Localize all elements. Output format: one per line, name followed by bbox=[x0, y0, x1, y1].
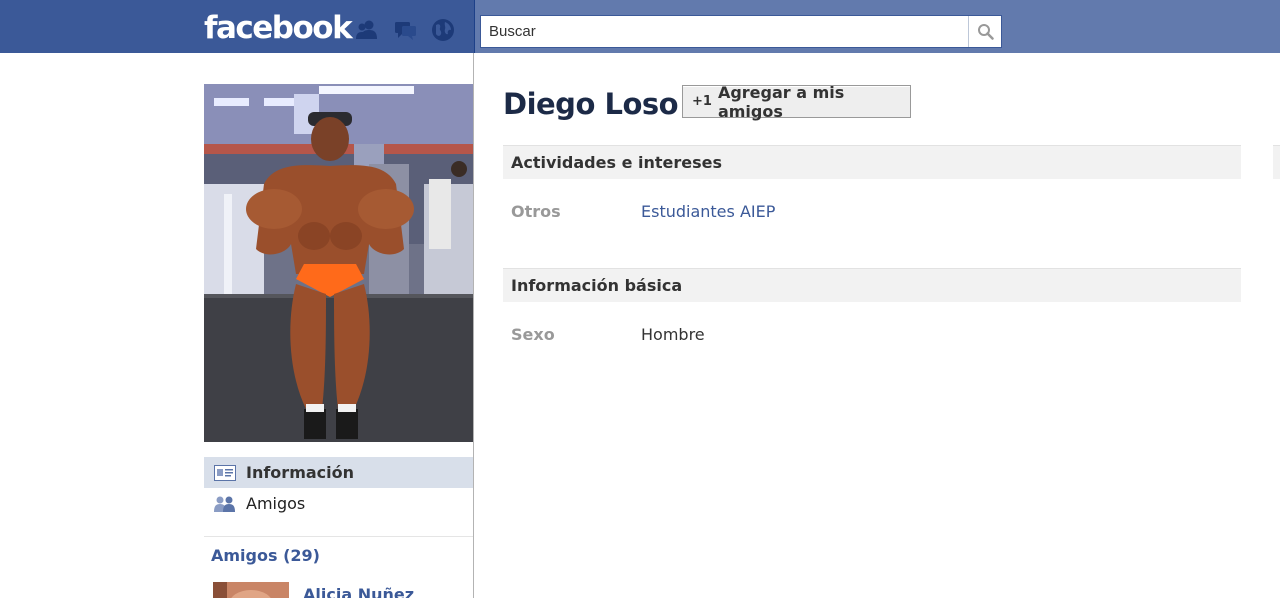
add-friend-label: Agregar a mis amigos bbox=[717, 82, 845, 121]
top-bar-divider bbox=[474, 0, 475, 53]
section-header-basic-info: Información básica bbox=[503, 268, 1241, 302]
search-icon bbox=[977, 24, 994, 40]
search-button[interactable] bbox=[968, 16, 1001, 47]
friends-icon bbox=[213, 495, 237, 513]
add-friend-button[interactable]: +1 Agregar a mis amigos bbox=[682, 82, 911, 121]
facebook-logo[interactable]: facebook bbox=[204, 8, 353, 48]
column-divider bbox=[473, 53, 474, 598]
friends-heading[interactable]: Amigos (29) bbox=[211, 546, 320, 565]
profile-picture[interactable] bbox=[204, 84, 473, 442]
friend-name[interactable]: Alicia Nuñez bbox=[303, 585, 414, 598]
section-header-activities: Actividades e intereses bbox=[503, 145, 1241, 179]
notifications-icon[interactable] bbox=[430, 17, 456, 43]
profile-nav: Información Amigos bbox=[204, 457, 473, 519]
search-input[interactable] bbox=[481, 16, 969, 47]
info-value-otros[interactable]: Estudiantes AIEP bbox=[641, 202, 775, 221]
friend-requests-icon[interactable] bbox=[354, 17, 380, 43]
info-card-icon bbox=[213, 464, 237, 482]
sidebar-divider bbox=[204, 536, 473, 537]
search-box bbox=[480, 15, 1002, 48]
section-header-edge bbox=[1273, 145, 1280, 179]
nav-item-informacion[interactable]: Información bbox=[204, 457, 473, 488]
profile-name: Diego Loso bbox=[503, 87, 679, 121]
nav-label: Amigos bbox=[246, 494, 306, 513]
info-label-otros: Otros bbox=[511, 202, 561, 221]
add-friend-icon: +1 bbox=[692, 94, 712, 109]
info-value-sexo: Hombre bbox=[641, 325, 705, 344]
nav-label: Información bbox=[246, 463, 355, 482]
info-label-sexo: Sexo bbox=[511, 325, 555, 344]
messages-icon[interactable] bbox=[392, 17, 418, 43]
section-title: Actividades e intereses bbox=[511, 153, 722, 172]
friend-avatar[interactable] bbox=[213, 582, 289, 598]
section-title: Información básica bbox=[511, 276, 683, 295]
nav-item-amigos[interactable]: Amigos bbox=[204, 488, 473, 519]
